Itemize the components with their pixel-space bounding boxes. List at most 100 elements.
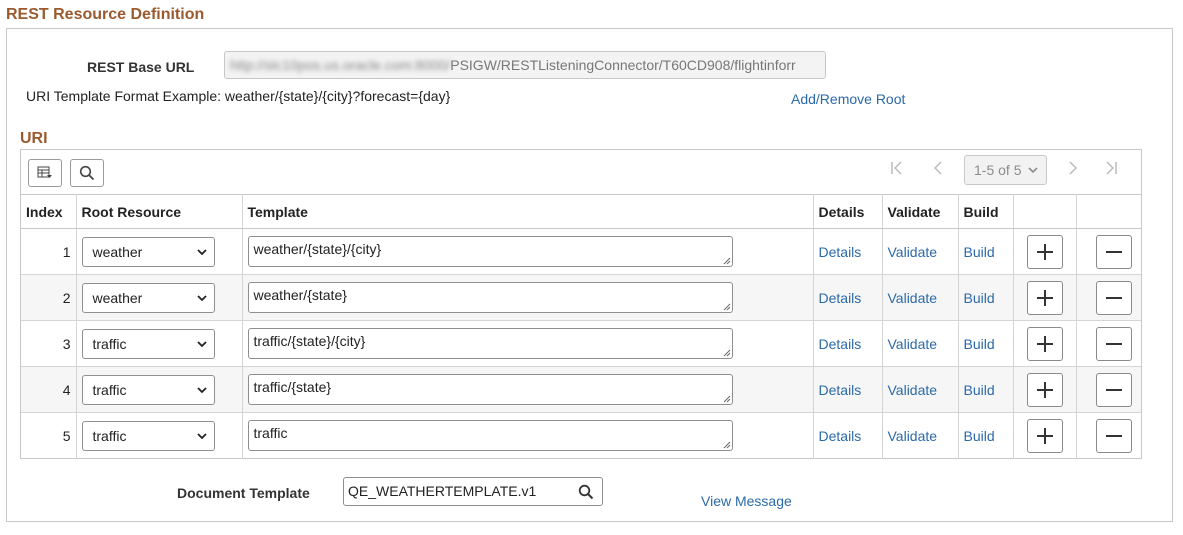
delete-row-button[interactable] [1095,280,1132,315]
root-resource-value: traffic [92,381,127,398]
root-resource-select[interactable]: traffic [81,328,215,359]
validate-link[interactable]: Validate [888,336,938,352]
validate-link[interactable]: Validate [888,244,938,260]
root-resource-cell: traffic [76,320,243,367]
previous-page-icon[interactable] [933,161,943,180]
add-row-button[interactable] [1026,418,1063,453]
first-page-icon[interactable] [890,161,904,180]
validate-link[interactable]: Validate [888,428,938,444]
root-resource-cell: weather [76,228,243,275]
grid-find-button[interactable] [70,159,104,187]
pager-range-select[interactable]: 1-5 of 5 [964,155,1047,185]
column-header-root-resource: Root Resource [76,194,243,229]
resize-handle-icon[interactable] [723,441,731,449]
column-header-template: Template [242,194,814,229]
plus-icon [1036,243,1053,260]
root-resource-cell: weather [76,274,243,321]
details-link[interactable]: Details [819,244,862,260]
root-resource-value: traffic [92,427,127,444]
delete-row-cell [1076,228,1141,275]
template-cell: traffic [242,412,814,459]
minus-icon [1105,388,1122,391]
add-row-cell [1013,274,1077,321]
template-textarea[interactable]: traffic/{state} [247,374,733,405]
table-row: 5 traffic traffic Details Validate Build [21,412,1141,459]
template-value: weather/{state}/{city} [253,241,382,257]
last-page-icon[interactable] [1104,161,1118,180]
template-value: traffic [253,425,288,442]
next-page-icon[interactable] [1068,161,1078,180]
minus-icon [1105,296,1122,299]
validate-cell: Validate [882,320,959,367]
add-row-button[interactable] [1026,326,1063,361]
root-resource-select[interactable]: traffic [81,420,215,451]
add-row-cell [1013,228,1077,275]
uri-template-example: URI Template Format Example: weather/{st… [26,88,451,104]
column-header-details: Details [813,194,883,229]
delete-row-button[interactable] [1095,372,1132,407]
resize-handle-icon[interactable] [723,395,731,403]
delete-row-button[interactable] [1095,234,1132,269]
template-textarea[interactable]: weather/{state}/{city} [247,236,733,267]
resize-handle-icon[interactable] [723,303,731,311]
add-row-button[interactable] [1026,234,1063,269]
document-template-label: Document Template [177,485,310,501]
delete-row-button[interactable] [1095,418,1132,453]
resize-handle-icon[interactable] [723,257,731,265]
details-link[interactable]: Details [819,290,862,306]
template-value: weather/{state} [253,287,347,303]
build-link[interactable]: Build [964,290,995,306]
build-link[interactable]: Build [964,336,995,352]
add-row-button[interactable] [1026,372,1063,407]
add-row-cell [1013,412,1077,459]
template-textarea[interactable]: traffic [247,420,733,452]
resize-handle-icon[interactable] [723,349,731,357]
table-row: 3 traffic traffic/{state}/{city} Details… [21,320,1141,367]
validate-link[interactable]: Validate [888,290,938,306]
row-index: 1 [21,228,77,275]
search-icon[interactable] [578,484,594,500]
table-header-row: Index Root Resource Template Details Val… [21,194,1141,229]
section-title: REST Resource Definition [6,6,205,23]
details-cell: Details [813,412,883,459]
grid-options-button[interactable] [28,159,62,187]
delete-row-cell [1076,366,1141,413]
delete-row-button[interactable] [1095,326,1132,361]
chevron-down-icon [196,248,207,255]
minus-icon [1105,342,1122,345]
uri-table-body: 1 weather weather/{state}/{city} Details… [21,228,1141,459]
details-cell: Details [813,274,883,321]
minus-icon [1105,250,1122,253]
build-cell: Build [958,228,1014,275]
plus-icon [1036,289,1053,306]
add-row-button[interactable] [1026,280,1063,315]
view-message-link[interactable]: View Message [701,493,792,509]
details-cell: Details [813,366,883,413]
plus-icon [1036,381,1053,398]
build-cell: Build [958,320,1014,367]
build-link[interactable]: Build [964,428,995,444]
column-header-build: Build [958,194,1014,229]
details-link[interactable]: Details [819,428,862,444]
delete-row-cell [1076,320,1141,367]
details-link[interactable]: Details [819,336,862,352]
root-resource-select[interactable]: traffic [81,374,215,405]
template-textarea[interactable]: traffic/{state}/{city} [247,328,733,359]
details-cell: Details [813,228,883,275]
document-template-field[interactable]: QE_WEATHERTEMPLATE.v1 [343,477,603,506]
template-textarea[interactable]: weather/{state} [247,282,733,313]
base-url-path: PSIGW/RESTListeningConnector/T60CD908/fl… [450,57,796,73]
build-link[interactable]: Build [964,244,995,260]
search-icon [79,165,95,181]
validate-link[interactable]: Validate [888,382,938,398]
add-remove-root-link[interactable]: Add/Remove Root [791,91,905,107]
details-link[interactable]: Details [819,382,862,398]
table-row: 4 traffic traffic/{state} Details Valida… [21,366,1141,413]
plus-icon [1036,427,1053,444]
root-resource-select[interactable]: weather [81,282,215,313]
table-row: 1 weather weather/{state}/{city} Details… [21,228,1141,275]
build-link[interactable]: Build [964,382,995,398]
root-resource-select[interactable]: weather [81,236,215,267]
row-index: 3 [21,320,77,367]
validate-cell: Validate [882,366,959,413]
